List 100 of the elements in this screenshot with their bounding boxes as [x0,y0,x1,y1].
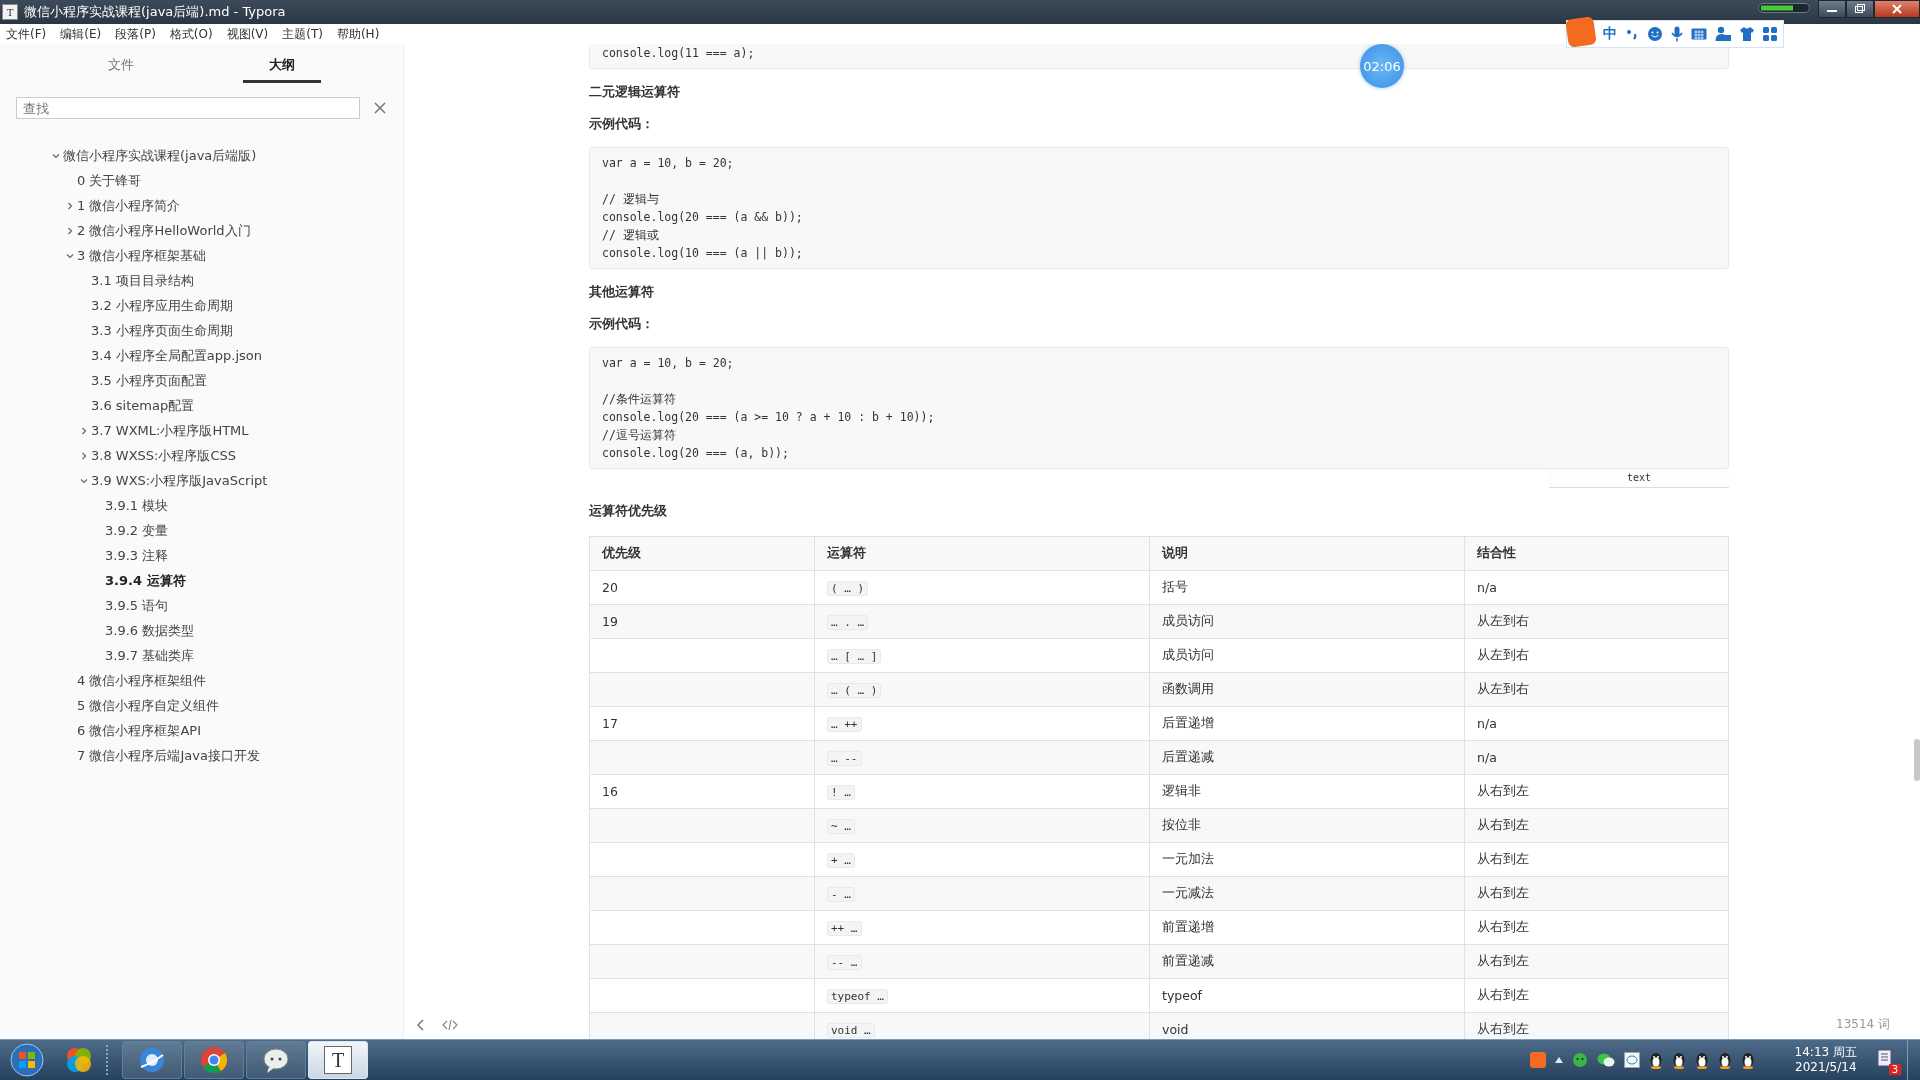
outline-item[interactable]: 3.9.7 基础类库 [105,646,195,665]
microphone-icon[interactable] [1671,26,1683,42]
outline-item[interactable]: 3.9.2 变量 [105,521,169,540]
close-button[interactable] [1874,0,1920,18]
outline-item[interactable]: 3.9 WXS:小程序版JavaScript [91,471,268,490]
chevron-icon[interactable] [66,201,74,210]
minimize-button[interactable] [1818,0,1846,18]
table-cell: 16 [589,774,815,809]
outline-item[interactable]: 微信小程序实战课程(java后端版) [63,146,257,165]
outline-item[interactable]: 3.4 小程序全局配置app.json [91,346,262,365]
section-heading: 二元逻辑运算符 [589,83,680,101]
grid-icon[interactable] [1763,27,1777,41]
close-icon[interactable] [374,102,386,114]
penguin-icon[interactable] [1671,1051,1686,1069]
scrollbar-thumb[interactable] [1914,739,1920,781]
table-cell: void [1149,1012,1465,1039]
table-cell: 从右到左 [1464,774,1729,809]
table-cell: 17 [589,706,815,741]
code-block[interactable]: var a = 10, b = 20; // 逻辑与 console.log(20 === (a && b)); // 逻辑或 console.log(10 === (a || b)); [589,147,1729,269]
penguin-icon[interactable] [1648,1051,1663,1069]
table-cell: 括号 [1149,570,1465,605]
table-cell: 从右到左 [1464,978,1729,1013]
notification-badge: 3 [1888,1064,1901,1075]
search-field[interactable]: 查找 [16,97,360,119]
table-cell: 从右到左 [1464,808,1729,843]
sidebar-tab[interactable]: 文件 [81,56,160,83]
inline-code: … ++ [827,717,862,732]
table-cell: 逻辑非 [1149,774,1465,809]
chevron-icon[interactable] [52,151,60,160]
sidebar-tab[interactable]: 大纲 [243,56,322,83]
outline-item[interactable]: 3.9.3 注释 [105,546,169,565]
inline-code: ++ … [827,921,862,936]
outline-item[interactable]: 0 关于锋哥 [77,171,142,190]
chat-bubble-icon[interactable] [1571,1052,1588,1068]
outline-item[interactable]: 3.5 小程序页面配置 [91,371,207,390]
chat-bubbles-icon[interactable] [1596,1052,1615,1068]
chrome-icon [199,1045,229,1075]
outline-item[interactable]: 4 微信小程序框架组件 [77,671,207,690]
maximize-button[interactable] [1846,0,1874,18]
inline-code: … [ … ] [827,649,882,664]
chat-icon [261,1045,291,1075]
outline-item[interactable]: 3.7 WXML:小程序版HTML [91,421,249,440]
start-button[interactable] [10,1043,44,1077]
taskbar-app-button[interactable] [122,1041,182,1079]
menu-item[interactable]: 主题(T) [282,25,323,43]
restore-icon [1854,4,1866,14]
clock[interactable]: 14:13 周五 2021/5/14 [1794,1045,1857,1075]
menu-item[interactable]: 格式(O) [169,25,213,43]
outline-item[interactable]: 3.6 sitemap配置 [91,396,195,415]
outline-item[interactable]: 3.3 小程序页面生命周期 [91,321,233,340]
chevron-icon[interactable] [80,451,88,460]
outline-item[interactable]: 3.9.5 语句 [105,596,169,615]
outline-item[interactable]: 3.2 小程序应用生命周期 [91,296,233,315]
taskbar-app-button[interactable] [184,1041,244,1079]
clock-time: 14:13 周五 [1794,1045,1857,1060]
menu-item[interactable]: 文件(F) [6,25,47,43]
table-cell: n/a [1464,570,1729,605]
chevron-icon[interactable] [80,426,88,435]
table-cell: 20 [589,570,815,605]
outline-item[interactable]: 3.9.4 运算符 [105,571,186,590]
taskbar-app-button[interactable] [246,1041,306,1079]
outline-item[interactable]: 3 微信小程序框架基础 [77,246,207,265]
table-cell: n/a [1464,740,1729,775]
outline-item[interactable]: 3.8 WXSS:小程序版CSS [91,446,237,465]
outline-item[interactable]: 2 微信小程序HelloWorld入门 [77,221,251,240]
code-block[interactable]: var a = 10, b = 20; //条件运算符 console.log(20 === (a >= 10 ? a + 10 : b + 10)); //逗号运算符 console.log(20 === (a, b)); [589,347,1729,469]
chevron-icon[interactable] [66,251,74,260]
user-icon[interactable] [1715,26,1731,42]
outline-item[interactable]: 3.1 项目目录结构 [91,271,194,290]
outline-item[interactable]: 6 微信小程序框架API [77,721,201,740]
outline-item[interactable]: 5 微信小程序自定义组件 [77,696,220,715]
outline-item[interactable]: 3.9.6 数据类型 [105,621,195,640]
inline-code: … . … [827,615,869,630]
browser-icon [137,1045,167,1075]
notes-icon[interactable] [1877,1049,1893,1067]
table-cell: typeof [1149,978,1465,1013]
keyboard-icon[interactable] [1691,27,1707,41]
menu-item[interactable]: 帮助(H) [336,25,380,43]
caret-up-icon[interactable] [1554,1057,1563,1063]
taskbar-app-button[interactable]: T [308,1041,368,1079]
shirt-icon[interactable] [1739,26,1755,42]
menu-item[interactable]: 视图(V) [226,25,269,43]
penguin-icon[interactable] [1740,1051,1755,1069]
source-code-icon[interactable] [442,1018,458,1031]
chevron-left-icon[interactable] [416,1018,426,1031]
outline-item[interactable]: 1 微信小程序简介 [77,196,181,215]
menu-item[interactable]: 段落(P) [115,25,156,43]
menu-item[interactable]: 编辑(E) [60,25,102,43]
penguin-icon[interactable] [1694,1051,1709,1069]
inline-code: typeof … [827,989,888,1004]
smiley-icon[interactable] [1647,26,1663,42]
outline-item[interactable]: 7 微信小程序后端Java接口开发 [77,746,260,765]
outline-item[interactable]: 3.9.1 模块 [105,496,169,515]
inline-code: ~ … [827,819,855,834]
table-cell: 一元减法 [1149,876,1465,911]
punctuation-icon[interactable] [1625,27,1639,41]
ime-mode-toggle[interactable]: 中 [1603,25,1617,43]
penguin-icon[interactable] [1717,1051,1732,1069]
chevron-icon[interactable] [66,226,74,235]
chevron-icon[interactable] [80,476,88,485]
